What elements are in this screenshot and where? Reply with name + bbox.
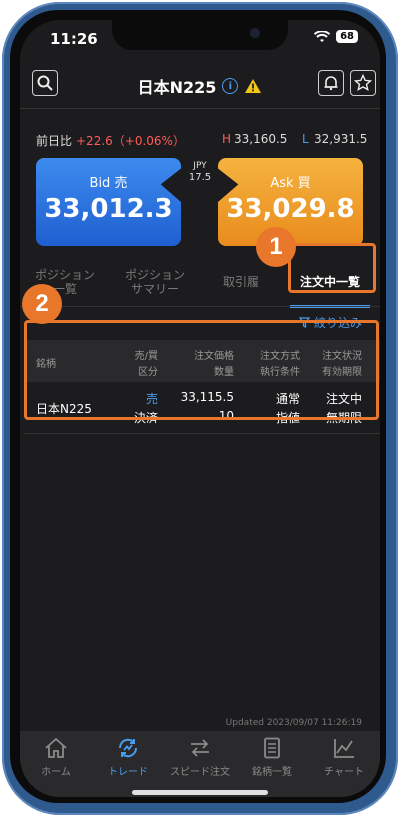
bell-icon — [324, 76, 338, 91]
battery-icon: 68 — [336, 30, 358, 43]
nav-trade-label: トレード — [108, 767, 148, 778]
tab-trade-history[interactable]: 取引履 — [206, 258, 276, 306]
home-indicator — [132, 790, 268, 795]
list-icon — [264, 737, 280, 759]
nav-symbol-list-label: 銘柄一覧 — [252, 767, 292, 778]
high-label: H — [222, 132, 232, 146]
ask-label: Ask 買 — [270, 176, 311, 191]
header: 日本N225 i — [20, 64, 380, 108]
chart-icon — [334, 739, 354, 758]
bid-label: Bid 売 — [89, 176, 128, 191]
wifi-icon — [314, 30, 331, 42]
low-label: L — [302, 132, 309, 146]
highlight-orders-table — [24, 320, 379, 420]
page-title: 日本N225 — [137, 78, 217, 97]
low-value: 32,931.5 — [314, 132, 368, 146]
highlight-open-orders-tab — [288, 243, 376, 293]
nav-chart-label: チャート — [324, 767, 364, 778]
info-icon[interactable]: i — [222, 78, 239, 94]
price-summary: 前日比 +22.6（+0.06%） H 33,160.5 L 32,931.5 — [20, 128, 380, 152]
spread-currency: JPY — [193, 161, 207, 171]
header-divider — [20, 108, 380, 109]
notch — [112, 20, 288, 50]
nav-chart[interactable]: チャート — [308, 737, 380, 778]
ask-price: 33,029.8 — [226, 194, 355, 224]
bottom-tab-bar: ホーム トレード スピード注文 銘柄一覧 チャート — [20, 731, 380, 797]
bid-button[interactable]: Bid 売 33,012.3 — [36, 158, 181, 246]
alert-button[interactable] — [318, 70, 344, 96]
tabs-divider — [20, 306, 380, 307]
warning-icon[interactable] — [244, 78, 262, 94]
favorite-button[interactable] — [350, 70, 376, 96]
spread: JPY 17.5 — [180, 160, 220, 184]
trade-icon — [118, 738, 138, 758]
nav-home[interactable]: ホーム — [20, 737, 92, 778]
updated-timestamp: Updated 2023/09/07 11:26:19 — [225, 718, 362, 728]
spread-value: 17.5 — [188, 172, 212, 183]
nav-speed-order-label: スピード注文 — [170, 767, 230, 778]
nav-symbol-list[interactable]: 銘柄一覧 — [236, 737, 308, 778]
star-icon — [354, 74, 372, 92]
callout-1: 1 — [256, 227, 296, 267]
prev-day-label: 前日比 — [36, 134, 73, 148]
nav-home-label: ホーム — [41, 767, 71, 778]
tab-position-summary[interactable]: ポジション サマリー — [112, 258, 198, 306]
bid-price: 33,012.3 — [44, 194, 173, 224]
status-time: 11:26 — [50, 30, 98, 48]
camera — [250, 28, 260, 38]
prev-day-change: +22.6（+0.06%） — [76, 134, 185, 148]
home-icon — [45, 737, 67, 758]
nav-trade[interactable]: トレード — [92, 737, 164, 778]
high-value: 33,160.5 — [234, 132, 288, 146]
callout-2: 2 — [22, 284, 62, 324]
app-screen: 11:26 68 日本N225 i 前日比 +22.6（+0.06%） H 33… — [20, 20, 380, 797]
speed-order-icon — [191, 739, 209, 757]
status-icons: 68 — [314, 30, 358, 43]
nav-speed-order[interactable]: スピード注文 — [164, 737, 236, 778]
